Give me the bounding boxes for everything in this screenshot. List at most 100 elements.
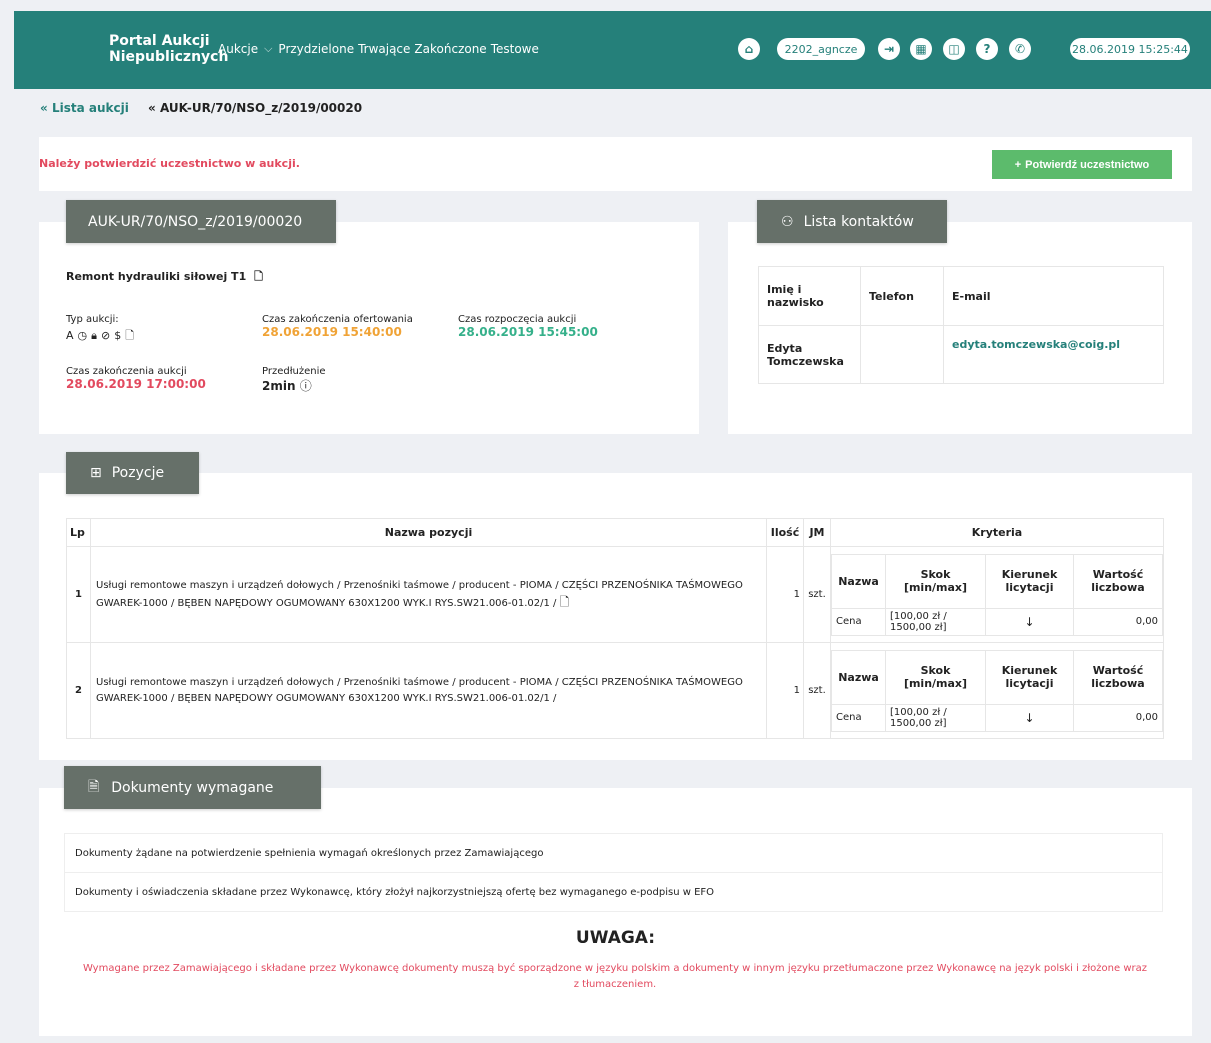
col-criteria-header: Kryteria: [830, 518, 1164, 547]
grid-icon: ⊞: [90, 465, 102, 481]
breadcrumb-list-label: Lista aukcji: [51, 101, 129, 115]
offer-end-label: Czas zakończenia ofertowania: [262, 314, 413, 325]
criteria-step-header: Skok [min/max]: [885, 649, 986, 705]
warning-text: Wymagane przez Zamawiającego i składane …: [82, 963, 1148, 990]
row-name-text: Usługi remontowe maszyn i urządzeń dołow…: [96, 579, 743, 609]
nav-testowe[interactable]: Testowe: [491, 42, 539, 56]
breadcrumb-current[interactable]: « AUK-UR/70/NSO_z/2019/00020: [148, 101, 362, 115]
auction-type-label: Typ aukcji:: [66, 314, 119, 325]
auction-title-text: Remont hydrauliki siłowej T1: [66, 270, 247, 283]
portal-brand[interactable]: Portal Aukcji Niepublicznych: [109, 33, 228, 65]
col-name-header: Imię i nazwisko: [758, 266, 861, 326]
row-lp: 2: [66, 642, 91, 739]
lock-icon: 🔒︎: [91, 329, 101, 342]
criteria-name-header: Nazwa: [831, 553, 886, 609]
top-navbar: Portal Aukcji Niepublicznych Aukcje ⌵ Pr…: [14, 11, 1211, 89]
positions-tab-label: Pozycje: [111, 465, 165, 481]
documents-tab: 🗎 Dokumenty wymagane: [64, 766, 321, 809]
user-badge[interactable]: 2202_agncze: [777, 38, 865, 60]
table-row: Edyta Tomczewska edyta.tomczewska@coig.p…: [758, 325, 1164, 384]
list-item: Dokumenty żądane na potwierdzenie spełni…: [64, 833, 1163, 873]
breadcrumb-list-link[interactable]: « Lista aukcji: [40, 101, 129, 115]
auction-details-panel: Remont hydrauliki siłowej T1 🗋 Typ aukcj…: [39, 222, 699, 434]
criteria-header-row: Nazwa Skok [min/max] Kierunek licytacji …: [831, 553, 1163, 609]
datetime-badge: 28.06.2019 15:25:44: [1070, 38, 1190, 60]
criteria-row: Cena [100,00 zł / 1500,00 zł] ↓ 0,00: [831, 703, 1163, 732]
document-list-icon: 🗎: [88, 778, 100, 795]
table-row: 2 Usługi remontowe maszyn i urządzeń doł…: [66, 642, 1164, 739]
criteria-name-header: Nazwa: [831, 649, 886, 705]
main-nav: Aukcje ⌵ Przydzielone Trwające Zakończon…: [218, 42, 539, 56]
document-requirement: Dokumenty żądane na potwierdzenie spełni…: [64, 833, 1163, 873]
auction-end-block: Czas zakończenia aukcji 28.06.2019 17:00…: [66, 366, 206, 391]
nav-przydzielone[interactable]: Przydzielone: [278, 42, 354, 56]
row-criteria: Nazwa Skok [min/max] Kierunek licytacji …: [830, 546, 1164, 643]
list-item: Dokumenty i oświadczenia składane przez …: [64, 872, 1163, 912]
eye-off-icon: ⊘: [101, 329, 115, 342]
offer-end-block: Czas zakończenia ofertowania 28.06.2019 …: [262, 314, 413, 339]
row-name: Usługi remontowe maszyn i urządzeń dołow…: [90, 546, 767, 643]
confirm-participation-button[interactable]: + Potwierdź uczestnictwo: [992, 150, 1172, 179]
help-icon[interactable]: ?: [976, 38, 998, 60]
phone-icon[interactable]: ✆: [1009, 38, 1031, 60]
contact-email-link[interactable]: edyta.tomczewska@coig.pl: [943, 325, 1164, 384]
calendar-icon[interactable]: ▦: [910, 38, 932, 60]
row-qty: 1: [766, 546, 804, 643]
auction-title: Remont hydrauliki siłowej T1 🗋: [66, 268, 263, 287]
contacts-tab-label: Lista kontaktów: [803, 213, 914, 230]
arrow-down-icon: ↓: [985, 703, 1074, 732]
breadcrumb-current-label: AUK-UR/70/NSO_z/2019/00020: [159, 101, 363, 115]
warning-title: UWAGA:: [575, 928, 656, 948]
logout-icon[interactable]: ⇥: [878, 38, 900, 60]
auction-type-icons: A◷🔒︎⊘$🗋: [66, 327, 138, 346]
criteria-header-row: Nazwa Skok [min/max] Kierunek licytacji …: [831, 649, 1163, 705]
criteria-value-header: Wartość liczbowa: [1073, 553, 1163, 609]
row-qty: 1: [766, 642, 804, 739]
letter-a-icon: A: [66, 329, 78, 342]
info-icon[interactable]: ⓘ: [300, 379, 312, 393]
col-lp-header: Lp: [66, 518, 91, 547]
auction-end-label: Czas zakończenia aukcji: [66, 366, 187, 377]
nav-zakonczone[interactable]: Zakończone: [414, 42, 486, 56]
document-icon: 🗋: [125, 329, 139, 342]
clock-icon: ◷: [77, 329, 92, 342]
criteria-step-header: Skok [min/max]: [885, 553, 986, 609]
positions-tab: ⊞ Pozycje: [66, 452, 199, 494]
row-criteria: Nazwa Skok [min/max] Kierunek licytacji …: [830, 642, 1164, 739]
row-unit: szt.: [803, 642, 831, 739]
nav-trwajace[interactable]: Trwające: [358, 42, 410, 56]
auction-start-block: Czas rozpoczęcia aukcji 28.06.2019 15:45…: [458, 314, 598, 339]
criteria-direction-header: Kierunek licytacji: [985, 553, 1074, 609]
document-icon[interactable]: 🗋: [560, 595, 570, 609]
criteria-value-header: Wartość liczbowa: [1073, 649, 1163, 705]
user-icon: ⚇: [781, 213, 794, 230]
document-icon[interactable]: 🗋: [254, 270, 263, 283]
table-header-row: Lp Nazwa pozycji Ilość JM Kryteria: [66, 518, 1164, 547]
offer-end-value: 28.06.2019 15:40:00: [262, 325, 402, 339]
document-requirement: Dokumenty i oświadczenia składane przez …: [64, 872, 1163, 912]
auction-type: Typ aukcji: A◷🔒︎⊘$🗋: [66, 314, 138, 346]
confirm-participation-label: Potwierdź uczestnictwo: [1025, 158, 1150, 171]
participation-alert: Należy potwierdzić uczestnictwo w aukcji…: [39, 137, 1192, 191]
chevron-down-icon[interactable]: ⌵: [264, 42, 272, 56]
criteria-name: Cena: [831, 703, 886, 732]
extension-value-row: 2min ⓘ: [262, 377, 326, 394]
book-icon[interactable]: ◫: [943, 38, 965, 60]
auction-start-label: Czas rozpoczęcia aukcji: [458, 314, 577, 325]
home-icon[interactable]: ⌂: [738, 38, 760, 60]
row-lp: 1: [66, 546, 91, 643]
auction-start-value: 28.06.2019 15:45:00: [458, 325, 598, 339]
criteria-name: Cena: [831, 607, 886, 636]
brand-line-1: Portal Aukcji: [109, 33, 210, 49]
extension-block: Przedłużenie 2min ⓘ: [262, 366, 326, 394]
criteria-value: 0,00: [1073, 607, 1163, 636]
extension-label: Przedłużenie: [262, 366, 326, 377]
criteria-table: Nazwa Skok [min/max] Kierunek licytacji …: [831, 649, 1163, 732]
nav-aukcje[interactable]: Aukcje: [218, 42, 258, 56]
contact-phone: [860, 325, 944, 384]
criteria-step: [100,00 zł / 1500,00 zł]: [885, 703, 986, 732]
auction-code-tab: AUK-UR/70/NSO_z/2019/00020: [66, 200, 336, 243]
arrow-down-icon: ↓: [985, 607, 1074, 636]
documents-panel: [39, 788, 1192, 1036]
documents-tab-label: Dokumenty wymagane: [111, 779, 274, 796]
